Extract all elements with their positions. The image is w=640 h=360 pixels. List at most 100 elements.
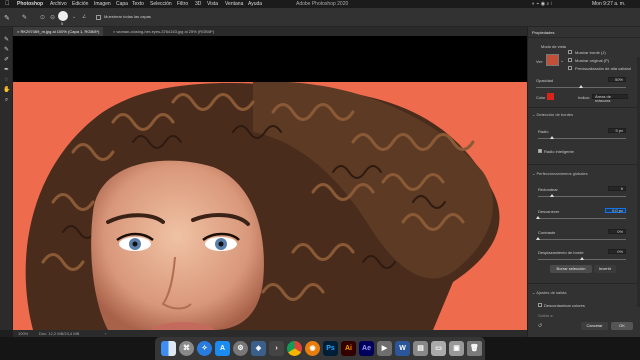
menu-filtro[interactable]: Filtro bbox=[177, 0, 188, 8]
edge-detection-header[interactable]: ⌄ Detección de bordes bbox=[532, 112, 573, 117]
output-settings-header[interactable]: ⌄ Ajustes de salida bbox=[532, 290, 567, 295]
menu-ayuda[interactable]: Ayuda bbox=[248, 0, 262, 8]
photos-icon[interactable]: ◈ bbox=[251, 341, 266, 356]
divider bbox=[528, 283, 640, 284]
feather-slider[interactable] bbox=[538, 218, 626, 219]
feather-label: Desvanecer bbox=[538, 209, 560, 214]
menu-3d[interactable]: 3D bbox=[195, 0, 201, 8]
video-icon[interactable]: ▶ bbox=[377, 341, 392, 356]
brush-tool-icon[interactable]: ✎ bbox=[3, 37, 10, 44]
properties-panel: Propiedades Modo de vista Ver: ⌄ Mostrar… bbox=[527, 27, 640, 337]
opacity-label: Opacidad bbox=[536, 78, 554, 83]
chevron-down-icon[interactable]: ⌄ bbox=[560, 58, 564, 64]
apple-icon[interactable]:  bbox=[5, 0, 10, 8]
quick-selection-tool-icon[interactable]: ✎ bbox=[4, 14, 10, 22]
output-to-label: Salida a: bbox=[538, 313, 554, 318]
reset-icon[interactable]: ↺ bbox=[538, 323, 542, 329]
hq-preview-checkbox[interactable] bbox=[568, 66, 572, 70]
divider bbox=[528, 107, 640, 108]
feather-field[interactable]: 0,0 px bbox=[605, 208, 626, 213]
radius-label: Radio bbox=[538, 129, 549, 134]
edge-color-swatch[interactable] bbox=[547, 93, 554, 100]
launchpad-icon[interactable]: ⌘ bbox=[179, 341, 194, 356]
after-effects-icon[interactable]: Ae bbox=[359, 341, 374, 356]
radius-slider-handle[interactable] bbox=[550, 136, 554, 139]
contrast-field[interactable]: 0% bbox=[608, 229, 626, 234]
blender-icon[interactable]: ◉ bbox=[305, 341, 320, 356]
show-edge-label: Mostrar borde (J) bbox=[575, 50, 606, 55]
app-store-icon[interactable]: A bbox=[215, 341, 230, 356]
opacity-slider-handle[interactable] bbox=[579, 85, 583, 88]
settings-icon[interactable]: ⚙ bbox=[233, 341, 248, 356]
menu-texto[interactable]: Texto bbox=[132, 0, 144, 8]
brush-preview[interactable] bbox=[58, 11, 68, 21]
angle-icon[interactable]: ∠ bbox=[82, 14, 86, 20]
brush-icon[interactable]: ✒ bbox=[3, 67, 10, 74]
menu-capa[interactable]: Capa bbox=[116, 0, 128, 8]
contrast-label: Contraste bbox=[538, 230, 556, 235]
shift-edge-field[interactable]: 0% bbox=[608, 249, 626, 254]
lasso-tool-icon[interactable]: ◌ bbox=[3, 77, 10, 84]
chevron-right-icon[interactable]: › bbox=[105, 330, 106, 337]
hand-tool-icon[interactable]: ✋ bbox=[3, 87, 10, 94]
illustrator-icon[interactable]: Ai bbox=[341, 341, 356, 356]
shift-edge-slider-handle[interactable] bbox=[580, 257, 584, 260]
sample-all-layers-checkbox[interactable] bbox=[96, 15, 101, 20]
menu-ventana[interactable]: Ventana bbox=[225, 0, 243, 8]
preview-icon[interactable]: ▤ bbox=[413, 341, 428, 356]
canvas-area[interactable] bbox=[13, 36, 527, 330]
cancel-button[interactable]: Cancelar bbox=[581, 322, 608, 330]
safari-icon[interactable]: ✧ bbox=[197, 341, 212, 356]
indicate-select[interactable]: Áreas de máscara bbox=[592, 94, 628, 103]
chrome-icon[interactable] bbox=[287, 341, 302, 356]
smart-radius-checkbox[interactable] bbox=[538, 149, 542, 153]
menu-archivo[interactable]: Archivo bbox=[50, 0, 67, 8]
terminal-icon[interactable]: › bbox=[269, 341, 284, 356]
zoom-level[interactable]: 100% bbox=[18, 330, 28, 337]
opacity-field[interactable]: 50% bbox=[608, 77, 626, 82]
smart-radius-label: Radio inteligente bbox=[544, 149, 574, 154]
tab-second-document[interactable]: × woman-closing-her-eyes-3764163.jpg al … bbox=[109, 27, 218, 36]
menu-imagen[interactable]: Imagen bbox=[94, 0, 111, 8]
refine-edge-brush-icon[interactable]: ✐ bbox=[3, 57, 10, 64]
menu-bar:  Photoshop Archivo Edición Imagen Capa … bbox=[0, 0, 640, 8]
document-image[interactable] bbox=[13, 82, 527, 330]
trash-icon[interactable]: 🗑 bbox=[467, 341, 482, 356]
view-mode-thumbnail[interactable] bbox=[546, 54, 559, 66]
menu-vista[interactable]: Vista bbox=[207, 0, 218, 8]
smooth-label: Redondear bbox=[538, 187, 558, 192]
decontaminate-checkbox[interactable] bbox=[538, 303, 542, 307]
subtract-icon[interactable]: ⊖ bbox=[50, 14, 55, 21]
menu-seleccion[interactable]: Selección bbox=[150, 0, 172, 8]
finder-icon[interactable] bbox=[161, 341, 176, 356]
zoom-tool-icon[interactable]: ⌕ bbox=[3, 97, 10, 104]
word-icon[interactable]: W bbox=[395, 341, 410, 356]
tab-active-document[interactable]: × RK297469_m.jpg al 100% (Capa 1, RGB/8*… bbox=[13, 27, 104, 36]
brush-options-icon[interactable]: ⊙ bbox=[40, 14, 45, 21]
radius-field[interactable]: 5 px bbox=[608, 128, 626, 133]
tab-label: RK297469_m.jpg al 100% (Capa 1, RGB/8*) bbox=[20, 29, 100, 34]
photoshop-icon[interactable]: Ps bbox=[323, 341, 338, 356]
contrast-slider-handle[interactable] bbox=[536, 237, 540, 240]
show-original-checkbox[interactable] bbox=[568, 58, 572, 62]
invert-button[interactable]: Invertir bbox=[594, 265, 616, 273]
clear-selection-button[interactable]: Borrar selección bbox=[550, 265, 592, 273]
color-label: Color bbox=[536, 95, 546, 100]
menu-edicion[interactable]: Edición bbox=[72, 0, 88, 8]
smooth-field[interactable]: 6 bbox=[608, 186, 626, 191]
smooth-slider-handle[interactable] bbox=[550, 194, 554, 197]
add-selection-icon[interactable]: ✎ bbox=[22, 14, 27, 21]
view-label: Ver: bbox=[536, 59, 544, 64]
folder-icon[interactable]: ▭ bbox=[431, 341, 446, 356]
show-edge-checkbox[interactable] bbox=[568, 50, 572, 54]
chevron-down-icon[interactable]: ⌄ bbox=[72, 14, 76, 20]
brush-size-value: 5 bbox=[61, 21, 64, 26]
quick-selection-tool-icon[interactable]: ✎ bbox=[3, 47, 10, 54]
download-icon[interactable]: ▣ bbox=[449, 341, 464, 356]
ok-button[interactable]: OK bbox=[611, 322, 633, 330]
contrast-slider[interactable] bbox=[538, 239, 626, 240]
global-refinements-header[interactable]: ⌄ Perfeccionamientos globales bbox=[532, 171, 588, 176]
menu-photoshop[interactable]: Photoshop bbox=[17, 0, 43, 8]
feather-slider-handle[interactable] bbox=[536, 216, 540, 219]
decontaminate-label: Descontaminar colores bbox=[544, 303, 585, 308]
